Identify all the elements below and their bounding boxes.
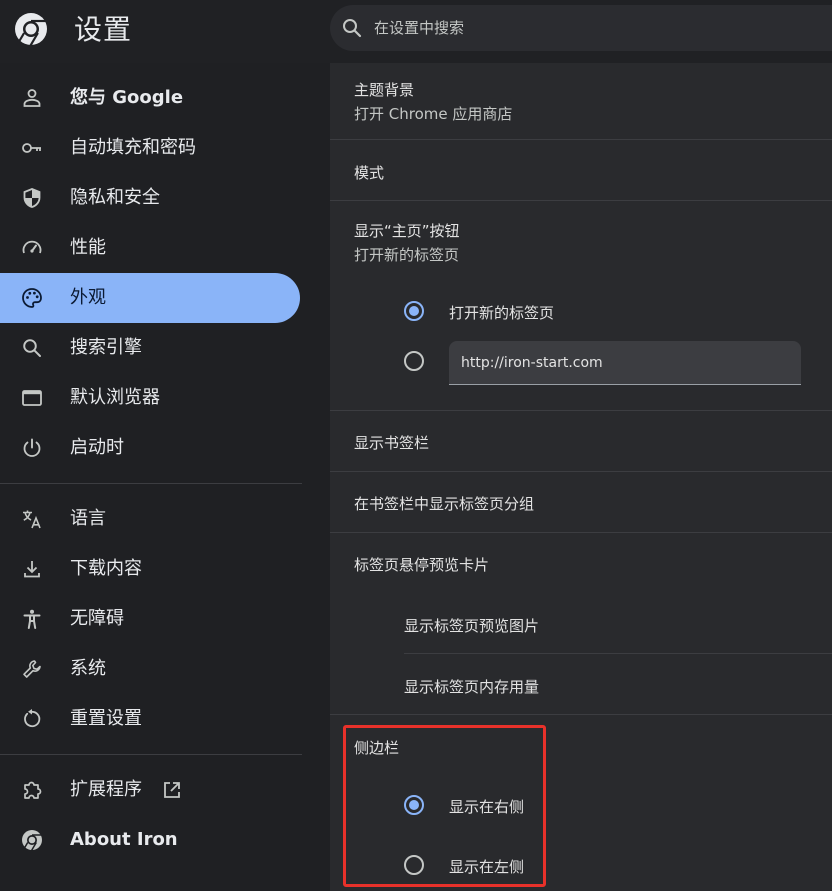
divider	[330, 532, 832, 533]
palette-icon	[22, 288, 42, 308]
sidebar-item-label: 下载内容	[70, 558, 142, 579]
sidebar-item-about-iron[interactable]: About Iron	[0, 815, 300, 865]
side-panel-title: 侧边栏	[354, 739, 400, 757]
sidebar-item-label: 无障碍	[70, 608, 124, 629]
search-input[interactable]	[372, 5, 812, 51]
sidebar-item-label: 自动填充和密码	[70, 137, 196, 158]
sidebar-item-label: 搜索引擎	[70, 337, 142, 358]
key-icon	[22, 143, 41, 153]
sidebar-item-reset-settings[interactable]: 重置设置	[0, 694, 300, 744]
radio-home-custom-url[interactable]	[404, 351, 424, 371]
radio-side-panel-left-label: 显示在左侧	[449, 858, 525, 876]
chrome-logo-icon	[15, 13, 47, 46]
reset-icon	[24, 709, 41, 728]
sidebar-item-downloads[interactable]: 下载内容	[0, 544, 300, 594]
shield-icon	[23, 188, 41, 208]
wrench-icon	[23, 660, 41, 678]
bookmarks-bar-setting[interactable]: 显示书签栏	[354, 432, 429, 453]
radio-side-panel-right[interactable]	[404, 795, 424, 815]
radio-side-panel-left[interactable]	[404, 855, 424, 875]
sidebar-item-search-engine[interactable]: 搜索引擎	[0, 323, 300, 373]
divider	[404, 653, 832, 654]
sidebar-item-languages[interactable]: 语言	[0, 494, 300, 544]
sidebar: 您与 Google 自动填充和密码 隐私和安全 性能 外观 搜索引擎 默认浏览器…	[0, 63, 330, 891]
sidebar-item-you-and-google[interactable]: 您与 Google	[0, 73, 300, 123]
translate-icon	[23, 510, 41, 529]
home-button-subtitle: 打开新的标签页	[354, 246, 460, 264]
power-icon	[23, 438, 41, 457]
sidebar-item-label: 扩展程序	[70, 779, 142, 800]
sidebar-item-extensions[interactable]: 扩展程序	[0, 765, 300, 815]
radio-home-newtab-label: 打开新的标签页	[449, 304, 555, 322]
sidebar-item-label: 隐私和安全	[70, 187, 160, 208]
sidebar-item-label: 外观	[70, 287, 106, 308]
sidebar-item-label: 默认浏览器	[70, 387, 160, 408]
hover-card-memory-setting[interactable]: 显示标签页内存用量	[404, 676, 539, 697]
radio-side-panel-right-label: 显示在右侧	[449, 798, 525, 816]
hover-card-preview-image-setting[interactable]: 显示标签页预览图片	[404, 615, 539, 636]
sidebar-item-label: 重置设置	[70, 708, 142, 729]
home-button-title: 显示“主页”按钮	[354, 222, 460, 240]
sidebar-item-on-startup[interactable]: 启动时	[0, 423, 300, 473]
sidebar-item-autofill[interactable]: 自动填充和密码	[0, 123, 300, 173]
sidebar-item-label: 您与 Google	[70, 87, 184, 108]
puzzle-icon	[24, 781, 42, 799]
accessibility-icon	[23, 609, 41, 629]
home-url-input[interactable]	[449, 341, 801, 385]
divider	[330, 471, 832, 472]
sidebar-item-accessibility[interactable]: 无障碍	[0, 594, 300, 644]
external-link-icon	[164, 782, 180, 798]
search-icon	[23, 339, 41, 357]
sidebar-item-default-browser[interactable]: 默认浏览器	[0, 373, 300, 423]
sidebar-divider	[0, 754, 302, 755]
sidebar-item-label: 性能	[70, 237, 106, 258]
theme-store-link[interactable]: 打开 Chrome 应用商店	[354, 103, 512, 124]
sidebar-item-label: About Iron	[70, 829, 178, 850]
search-box[interactable]	[330, 5, 832, 51]
sidebar-divider	[0, 483, 302, 484]
browser-window-icon	[22, 390, 42, 406]
divider	[330, 139, 832, 140]
sidebar-item-performance[interactable]: 性能	[0, 223, 300, 273]
chrome-logo-icon	[22, 830, 42, 851]
sidebar-item-label: 语言	[70, 508, 106, 529]
mode-setting[interactable]: 模式	[354, 162, 384, 183]
tab-groups-setting[interactable]: 在书签栏中显示标签页分组	[354, 493, 534, 514]
sidebar-item-label: 启动时	[70, 437, 124, 458]
person-icon	[23, 89, 41, 107]
settings-panel: 主题背景 打开 Chrome 应用商店 模式 显示“主页”按钮 打开新的标签页 …	[330, 63, 832, 891]
radio-home-newtab[interactable]	[404, 301, 424, 321]
theme-title: 主题背景	[354, 81, 415, 99]
divider	[330, 200, 832, 201]
search-icon	[343, 19, 362, 38]
divider	[330, 714, 832, 715]
top-bar: 设置	[0, 0, 832, 63]
speedometer-icon	[22, 240, 42, 254]
sidebar-item-privacy[interactable]: 隐私和安全	[0, 173, 300, 223]
sidebar-item-system[interactable]: 系统	[0, 644, 300, 694]
page-title: 设置	[74, 13, 133, 46]
divider	[330, 410, 832, 411]
hover-card-title: 标签页悬停预览卡片	[354, 556, 490, 574]
sidebar-item-label: 系统	[70, 658, 106, 679]
download-icon	[24, 561, 40, 578]
sidebar-item-appearance[interactable]: 外观	[0, 273, 300, 323]
